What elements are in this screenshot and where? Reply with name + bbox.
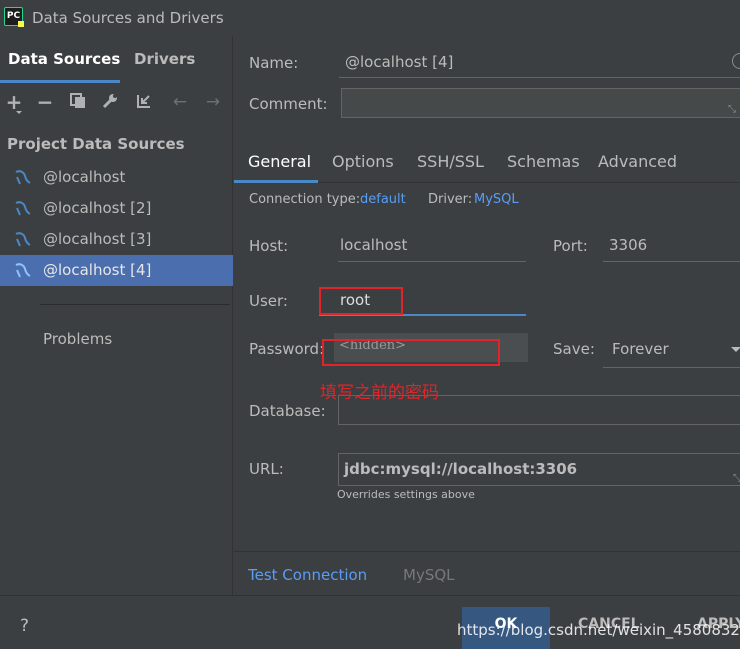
url-hint: Overrides settings above [337, 488, 475, 501]
host-label: Host: [249, 237, 289, 255]
active-tab-indicator [0, 80, 120, 83]
problems-item[interactable]: Problems [43, 330, 112, 348]
host-value: localhost [340, 236, 408, 254]
tab-schemas[interactable]: Schemas [507, 152, 580, 171]
port-field[interactable]: 3306 [603, 229, 740, 262]
port-value: 3306 [609, 236, 648, 254]
url-field[interactable]: jdbc:mysql://localhost:3306 ⤡ [338, 453, 740, 486]
add-dropdown-icon [16, 111, 22, 114]
data-source-label: @localhost [43, 168, 126, 186]
data-source-item[interactable]: @localhost [0, 162, 233, 193]
tab-drivers[interactable]: Drivers [134, 50, 195, 68]
pycharm-logo-icon: PC [4, 7, 24, 27]
host-field[interactable]: localhost [338, 229, 526, 262]
comment-label: Comment: [249, 95, 328, 113]
mysql-icon [15, 232, 31, 247]
user-highlight-box [319, 287, 403, 315]
save-dropdown[interactable]: Forever [603, 333, 740, 368]
remove-icon[interactable]: − [36, 92, 54, 112]
url-value: jdbc:mysql://localhost:3306 [344, 460, 578, 478]
name-value: @localhost [4] [345, 53, 454, 71]
wrench-icon[interactable] [101, 92, 119, 112]
watermark-text: https://blog.csdn.net/weixin_45808326 [457, 621, 740, 639]
mysql-icon [15, 201, 31, 216]
divider [234, 551, 740, 552]
data-source-label: @localhost [2] [43, 199, 152, 217]
tab-ssh-ssl[interactable]: SSH/SSL [417, 152, 484, 171]
left-toolbar: + − ← → [0, 88, 233, 118]
divider [40, 304, 230, 305]
data-source-item[interactable]: @localhost [2] [0, 193, 233, 224]
port-label: Port: [553, 237, 588, 255]
driver-link[interactable]: MySQL [474, 192, 519, 207]
right-panel: Name: @localhost [4] Comment: ⤡ General … [234, 36, 740, 595]
add-icon[interactable]: + [5, 92, 23, 112]
chevron-down-icon [731, 347, 740, 352]
active-tab-indicator [234, 180, 318, 183]
import-icon[interactable] [134, 92, 152, 112]
window-title: Data Sources and Drivers [32, 9, 224, 27]
tab-advanced[interactable]: Advanced [598, 152, 677, 171]
section-title: Project Data Sources [7, 135, 185, 153]
expand-icon[interactable]: ⤡ [733, 473, 740, 484]
data-source-item-selected[interactable]: @localhost [4] [0, 255, 233, 286]
tab-general[interactable]: General [248, 152, 311, 171]
test-connection-link[interactable]: Test Connection [248, 566, 367, 584]
back-icon[interactable]: ← [171, 92, 189, 112]
save-value: Forever [612, 340, 669, 358]
save-label: Save: [553, 340, 595, 358]
copy-icon[interactable] [69, 92, 87, 112]
mysql-icon [15, 170, 31, 185]
help-button[interactable]: ? [20, 616, 29, 636]
connection-type-label: Connection type: [249, 192, 361, 207]
left-panel: Data Sources Drivers + − ← → Project Dat… [0, 36, 233, 595]
title-bar: PC Data Sources and Drivers [0, 0, 740, 36]
user-label: User: [249, 292, 288, 310]
password-label: Password: [249, 340, 325, 358]
data-source-item[interactable]: @localhost [3] [0, 224, 233, 255]
data-source-label: @localhost [4] [43, 261, 152, 279]
tab-data-sources[interactable]: Data Sources [8, 50, 120, 68]
name-label: Name: [249, 54, 299, 72]
driver-label: Driver: [428, 192, 473, 207]
connection-type-link[interactable]: default [360, 192, 406, 207]
data-source-label: @localhost [3] [43, 230, 152, 248]
forward-icon[interactable]: → [204, 92, 222, 112]
driver-status-text: MySQL [403, 566, 455, 584]
mysql-icon [15, 263, 31, 278]
tab-options[interactable]: Options [332, 152, 394, 171]
annotation-text: 填写之前的密码 [320, 383, 439, 403]
bottom-bar: ? OK CANCEL APPLY https://blog.csdn.net/… [0, 595, 740, 649]
database-label: Database: [249, 402, 326, 420]
password-highlight-box [322, 339, 500, 366]
expand-icon[interactable]: ⤡ [728, 104, 736, 115]
comment-field[interactable]: ⤡ [341, 88, 740, 118]
url-label: URL: [249, 460, 284, 478]
name-field[interactable]: @localhost [4] [339, 48, 740, 78]
